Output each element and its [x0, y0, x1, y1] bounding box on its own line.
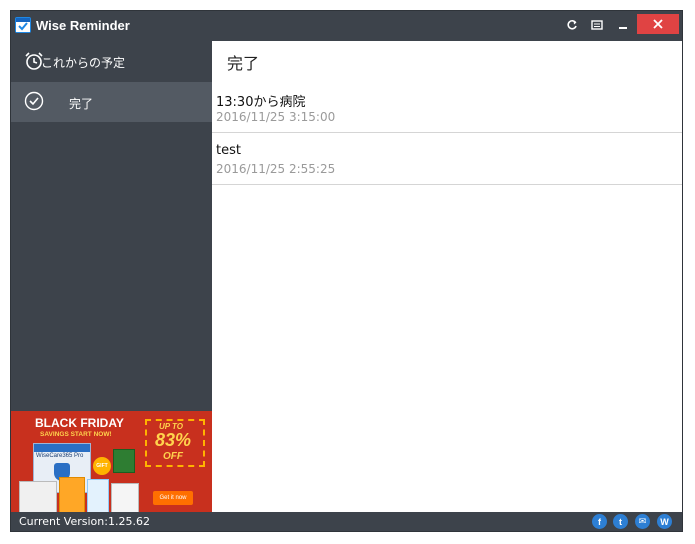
check-circle-icon: [24, 91, 44, 111]
reminder-title: 13:30から病院: [216, 95, 306, 110]
sidebar-item-upcoming[interactable]: これからの予定: [11, 41, 212, 81]
refresh-icon: [567, 20, 577, 30]
get-it-now-button[interactable]: Get it now: [153, 491, 193, 505]
ad-percent: 83%: [155, 430, 192, 450]
sidebar-item-completed[interactable]: 完了: [11, 82, 212, 122]
email-icon[interactable]: ✉: [635, 514, 650, 529]
twitter-icon[interactable]: t: [613, 514, 628, 529]
minimize-button[interactable]: [612, 15, 634, 35]
ad-product-name: WiseCare365 Pro: [36, 453, 84, 459]
notes-button[interactable]: [586, 15, 608, 35]
wisecleaner-glyph: W: [660, 516, 669, 527]
wisecleaner-icon[interactable]: W: [657, 514, 672, 529]
reminder-date: 2016/11/25 3:15:00: [216, 110, 336, 124]
product-box-fifth: [111, 483, 139, 512]
twitter-glyph: t: [619, 516, 622, 527]
product-box-tertiary: [59, 477, 85, 512]
close-icon: [653, 19, 663, 29]
version-label: Current Version:1.25.62: [19, 515, 150, 528]
list-item[interactable]: 13:30から病院 2016/11/25 3:15:00: [212, 81, 682, 133]
reminder-date: 2016/11/25 2:55:25: [216, 162, 336, 176]
product-box-secondary: [19, 481, 57, 512]
reminder-title: test: [216, 143, 241, 158]
product-box-fourth: [87, 479, 109, 512]
app-window: Wise Reminder これからの予定 完了 BLACK FRIDAY SA…: [10, 10, 683, 532]
main-panel: 完了 13:30から病院 2016/11/25 3:15:00 test 201…: [212, 41, 682, 512]
facebook-glyph: f: [598, 516, 601, 527]
ad-headline: BLACK FRIDAY: [35, 416, 124, 430]
ad-gift-label: GIFT: [96, 463, 108, 469]
title-bar[interactable]: Wise Reminder: [11, 11, 682, 41]
close-button[interactable]: [637, 14, 679, 34]
page-title: 完了: [227, 54, 260, 73]
gift-box-icon: [113, 449, 135, 473]
black-friday-ad-banner[interactable]: BLACK FRIDAY SAVINGS START NOW! UP TO 83…: [11, 411, 212, 512]
status-bar: Current Version:1.25.62 f t ✉ W: [11, 512, 682, 531]
sidebar: これからの予定 完了 BLACK FRIDAY SAVINGS START NO…: [11, 41, 212, 512]
sidebar-item-label: これからの予定: [41, 56, 126, 70]
ad-subheadline: SAVINGS START NOW!: [40, 431, 112, 438]
minimize-icon: [619, 27, 627, 29]
list-item[interactable]: test 2016/11/25 2:55:25: [212, 133, 682, 185]
app-logo-icon: [15, 17, 31, 33]
notes-icon: [591, 20, 603, 30]
ad-cta-label: Get it now: [159, 495, 187, 501]
ad-off: OFF: [163, 451, 183, 462]
refresh-button[interactable]: [561, 15, 583, 35]
facebook-icon[interactable]: f: [592, 514, 607, 529]
email-glyph: ✉: [638, 516, 647, 526]
window-title: Wise Reminder: [36, 18, 130, 33]
gift-badge: GIFT: [93, 457, 111, 475]
sidebar-item-label: 完了: [69, 97, 94, 111]
